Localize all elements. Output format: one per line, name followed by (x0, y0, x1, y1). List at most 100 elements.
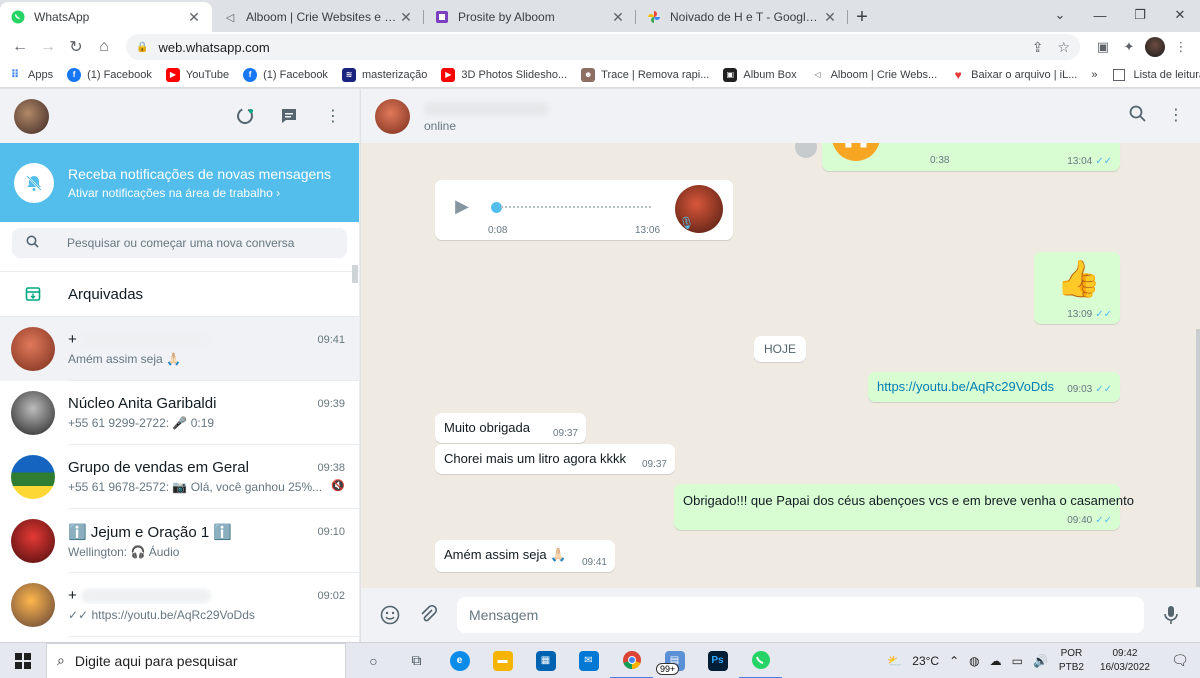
chat-last-message: Amém assim seja 🙏🏻 (68, 352, 181, 366)
new-chat-icon[interactable] (279, 106, 299, 126)
desktop-notification-banner[interactable]: Receba notificações de novas mensagens A… (0, 143, 359, 222)
message-out[interactable]: Obrigado!!! que Papai dos céus abençoes … (674, 484, 1134, 530)
search-icon[interactable] (26, 235, 39, 251)
photoshop-icon[interactable]: Ps (696, 643, 739, 678)
pause-icon[interactable]: ❚❚ (832, 143, 880, 161)
prosite-icon (434, 9, 450, 25)
youtube-link[interactable]: https://youtu.be/AqRc29VoDds (877, 379, 1054, 394)
onedrive-icon[interactable]: ☁ (990, 654, 1002, 668)
tab-alboom[interactable]: ◁ Alboom | Crie Websites e tenha s ✕ (212, 2, 424, 32)
message-list: ❚❚ 0:38 13:04✓✓ ▶ 0:08 13:06 🎙 👍 13:09✓✓ (361, 143, 1200, 588)
tab-whatsapp[interactable]: WhatsApp ✕ (0, 2, 212, 32)
volume-icon[interactable]: 🔊 (1033, 654, 1048, 668)
chrome-icon[interactable] (610, 643, 653, 678)
mail-icon[interactable]: ✉ (567, 643, 610, 678)
bookmark-baixar-arquivo[interactable]: ♥ Baixar o arquivo | iL... (951, 68, 1078, 82)
temperature[interactable]: 23°C (912, 654, 939, 668)
chat-item[interactable]: ℹ️ Jejum e Oração 1 ℹ️ 09:10 Wellington:… (0, 509, 359, 573)
alboom-icon: ◁ (814, 70, 821, 79)
tab-prosite[interactable]: Prosite by Alboom ✕ (424, 2, 636, 32)
forward-icon[interactable]: → (34, 33, 62, 61)
whatsapp-icon (10, 9, 26, 25)
tab-google-photos[interactable]: Noivado de H e T - Google Fotos ✕ (636, 2, 848, 32)
my-profile-avatar[interactable] (14, 98, 49, 134)
emoji-icon[interactable] (377, 602, 403, 628)
emoji-message[interactable]: 👍 13:09 ✓✓ (1034, 252, 1120, 324)
bookmark-facebook-2[interactable]: f (1) Facebook (243, 67, 328, 82)
bookmark-album-box[interactable]: ▣ Album Box (723, 67, 797, 82)
whatsapp-icon[interactable] (739, 643, 782, 678)
link-message[interactable]: https://youtu.be/AqRc29VoDds 09:03 ✓✓ (868, 372, 1120, 402)
network-icon[interactable]: ▭ (1012, 654, 1023, 668)
tab-search-icon[interactable]: ⌄ (1040, 0, 1080, 30)
chrome-menu-icon[interactable]: ⋮ (1168, 34, 1194, 60)
home-icon[interactable]: ⌂ (90, 33, 118, 61)
extensions-puzzle-icon[interactable]: ✦ (1116, 34, 1142, 60)
notifications-icon[interactable]: 🗨 (1160, 652, 1200, 669)
store-icon[interactable]: ▦ (524, 643, 567, 678)
bookmark-apps[interactable]: ⠿ Apps (8, 68, 53, 82)
message-input[interactable] (457, 597, 1144, 633)
input-language[interactable]: POR PTB2 (1059, 647, 1084, 675)
conversation-scrollbar[interactable] (1196, 329, 1200, 587)
close-window-icon[interactable]: ✕ (1160, 0, 1200, 30)
chat-item[interactable]: Grupo de vendas em Geral 09:38 +55 61 96… (0, 445, 359, 509)
extension-icon[interactable]: ▣ (1090, 34, 1116, 60)
back-icon[interactable]: ← (6, 33, 34, 61)
bookmark-masterizacao[interactable]: ≋ masterização (341, 67, 427, 82)
taskbar-search[interactable]: ⌕ Digite aqui para pesquisar (46, 642, 346, 678)
file-explorer-icon[interactable]: ▬ (481, 643, 524, 678)
bookmark-facebook[interactable]: f (1) Facebook (67, 67, 152, 82)
attach-icon[interactable] (415, 602, 441, 628)
conversation-header[interactable]: online ⋮ (361, 89, 1200, 143)
archived-chats[interactable]: Arquivadas (0, 272, 359, 317)
bookmarks-more-button[interactable]: » (1091, 69, 1097, 81)
message-in[interactable]: Amém assim seja 🙏🏻 09:41 (435, 540, 615, 572)
bookmark-star-icon[interactable]: ☆ (1057, 39, 1070, 56)
address-bar[interactable]: 🔒 web.whatsapp.com ⇪ ☆ (126, 34, 1080, 60)
enable-notifications-link[interactable]: Ativar notificações na área de trabalho … (68, 186, 331, 200)
restore-icon[interactable]: ❐ (1120, 0, 1160, 30)
chat-item[interactable]: Núcleo Anita Garibaldi 09:39 +55 61 9299… (0, 381, 359, 445)
menu-icon[interactable]: ⋮ (323, 106, 343, 126)
weather-icon[interactable]: ⛅ (887, 654, 902, 668)
forward-icon[interactable] (795, 143, 817, 158)
new-tab-button[interactable]: + (848, 2, 876, 32)
notes-app-icon[interactable]: ▤ 99+ (653, 643, 696, 678)
play-icon[interactable]: ▶ (453, 196, 471, 216)
profile-avatar[interactable] (1142, 34, 1168, 60)
voice-message-out[interactable]: ❚❚ 0:38 13:04✓✓ (822, 143, 1120, 171)
windows-start-icon[interactable] (0, 643, 46, 678)
edge-icon[interactable]: e (438, 643, 481, 678)
close-tab-icon[interactable]: ✕ (398, 9, 414, 26)
cortana-icon[interactable]: ○ (352, 643, 395, 678)
chat-item[interactable]: + 09:41 Amém assim seja 🙏🏻 (0, 317, 359, 381)
share-icon[interactable]: ⇪ (1032, 39, 1044, 56)
contact-name (424, 100, 549, 117)
bookmark-youtube[interactable]: ▶ YouTube (165, 67, 229, 82)
chat-item[interactable]: + 09:02 ✓✓ https://youtu.be/AqRc29VoDds (0, 573, 359, 637)
bookmark-alboom[interactable]: ◁ Alboom | Crie Webs... (811, 68, 938, 82)
search-input[interactable] (67, 236, 333, 250)
bookmark-trace[interactable]: ☻ Trace | Remova rapi... (581, 67, 709, 82)
reading-list-button[interactable]: Lista de leitura (1113, 68, 1200, 81)
chevron-up-icon[interactable]: ⌃ (949, 654, 959, 668)
menu-icon[interactable]: ⋮ (1168, 105, 1184, 127)
reload-icon[interactable]: ↻ (62, 33, 90, 61)
security-icon[interactable]: ◍ (969, 654, 979, 668)
close-tab-icon[interactable]: ✕ (822, 9, 838, 26)
status-icon[interactable] (235, 106, 255, 126)
message-in[interactable]: Chorei mais um litro agora kkkk 09:37 (435, 444, 675, 474)
close-tab-icon[interactable]: ✕ (610, 9, 626, 26)
sidebar-scrollbar[interactable] (352, 265, 358, 283)
close-tab-icon[interactable]: ✕ (186, 9, 202, 26)
clock[interactable]: 09:42 16/03/2022 (1100, 647, 1150, 675)
voice-message-in[interactable]: ▶ 0:08 13:06 🎙 (435, 180, 733, 240)
search-icon[interactable] (1129, 105, 1146, 127)
task-view-icon[interactable]: ⧉ (395, 643, 438, 678)
contact-avatar[interactable] (375, 98, 410, 134)
microphone-icon[interactable] (1158, 602, 1184, 628)
message-in[interactable]: Muito obrigada 09:37 (435, 413, 586, 443)
bookmark-3d-photos[interactable]: ▶ 3D Photos Slidesho... (441, 67, 567, 82)
minimize-icon[interactable]: — (1080, 0, 1120, 30)
